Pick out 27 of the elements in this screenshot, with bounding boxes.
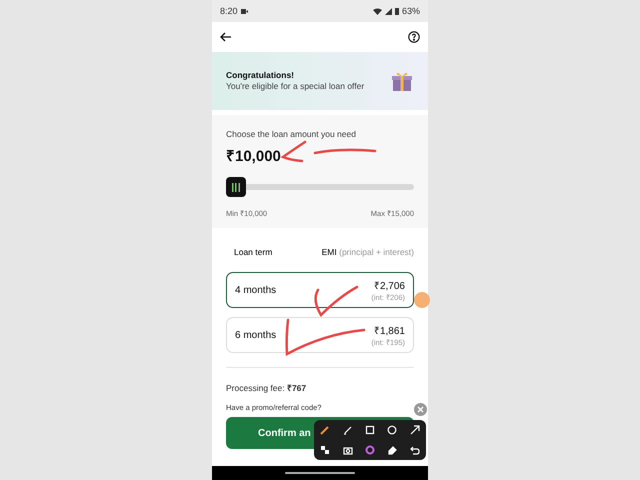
status-time: 8:20 [220, 6, 238, 16]
camera-icon[interactable] [342, 445, 353, 455]
slider-thumb[interactable] [226, 177, 246, 197]
back-arrow-icon[interactable] [220, 32, 232, 42]
square-icon[interactable] [364, 425, 375, 435]
eraser-icon[interactable] [387, 445, 398, 455]
battery-level: 63% [402, 6, 420, 16]
column-heading: EMI (principal + interest) [322, 247, 414, 259]
wifi-icon [372, 8, 382, 14]
processing-fee: Processing fee: ₹767 [226, 367, 414, 393]
circle-icon[interactable] [387, 425, 398, 435]
amount-label: Choose the loan amount you need [226, 129, 357, 139]
brush-icon[interactable] [320, 425, 330, 435]
undo-icon[interactable] [410, 445, 420, 455]
marker-icon[interactable] [342, 425, 353, 435]
loan-amount: ₹10,000 [226, 147, 281, 165]
banner-title: Congratulations! [226, 70, 295, 80]
column-heading: Loan term [234, 247, 272, 259]
color-wheel-icon[interactable] [364, 445, 375, 455]
help-icon[interactable] [408, 31, 420, 43]
battery-icon [394, 8, 399, 14]
checkered-icon[interactable] [320, 445, 330, 455]
arrow-icon[interactable] [410, 425, 420, 435]
signal-icon [384, 8, 392, 14]
banner-text: You're eligible for a special loan offer [226, 80, 366, 92]
amount-slider[interactable] [226, 177, 414, 196]
camera-icon [240, 8, 248, 14]
